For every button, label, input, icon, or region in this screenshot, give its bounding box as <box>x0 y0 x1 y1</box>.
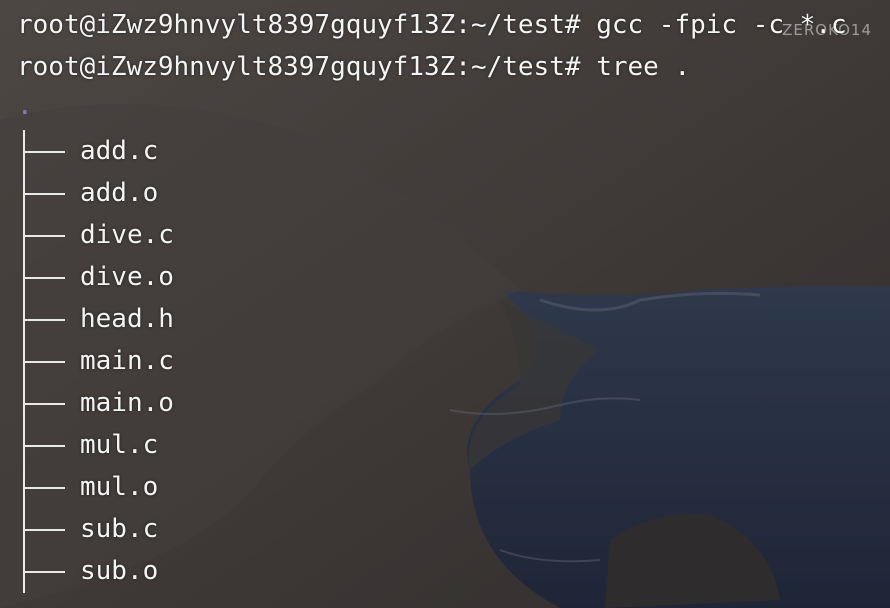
command-text: gcc -fpic -c *.c <box>596 10 847 40</box>
file-name: sub.o <box>80 556 159 586</box>
shell-prompt: root@iZwz9hnvylt8397gquyf13Z:~/test# <box>17 10 581 40</box>
shell-prompt: root@iZwz9hnvylt8397gquyf13Z:~/test# <box>17 52 581 82</box>
tree-branch <box>23 361 65 363</box>
tree-item: dive.o <box>17 256 890 298</box>
tree-branch <box>23 319 65 321</box>
tree-branch <box>23 529 65 531</box>
tree-branch <box>23 235 65 237</box>
command-text: tree . <box>596 52 691 82</box>
tree-root: . <box>17 91 33 121</box>
tree-branch <box>23 403 65 405</box>
tree-item: dive.c <box>17 214 890 256</box>
tree-branch <box>23 151 65 153</box>
tree-branch <box>23 193 65 195</box>
tree-branch <box>23 445 65 447</box>
tree-item: sub.o <box>17 550 890 592</box>
file-name: main.o <box>80 388 174 418</box>
file-name: dive.c <box>80 220 174 250</box>
file-name: add.c <box>80 136 159 166</box>
file-name: mul.c <box>80 430 159 460</box>
file-name: dive.o <box>80 262 174 292</box>
tree-branch <box>23 487 65 489</box>
tree-item: sub.c <box>17 508 890 550</box>
tree-branch <box>23 277 65 279</box>
command-line: root@iZwz9hnvylt8397gquyf13Z:~/test# gcc… <box>17 4 890 46</box>
tree-item: main.c <box>17 340 890 382</box>
file-name: mul.o <box>80 472 159 502</box>
tree-item: add.c <box>17 130 890 172</box>
tree-item: add.o <box>17 172 890 214</box>
file-name: main.c <box>80 346 174 376</box>
file-name: sub.c <box>80 514 159 544</box>
tree-item: mul.o <box>17 466 890 508</box>
terminal-window[interactable]: ZEROKO14 root@iZwz9hnvylt8397gquyf13Z:~/… <box>0 0 890 608</box>
tree-item: head.h <box>17 298 890 340</box>
file-name: head.h <box>80 304 174 334</box>
file-tree: add.c add.o dive.c dive.o head.h main.c … <box>17 130 890 593</box>
tree-branch <box>23 571 65 573</box>
command-line: root@iZwz9hnvylt8397gquyf13Z:~/test# tre… <box>17 46 890 88</box>
file-name: add.o <box>80 178 159 208</box>
tree-item: main.o <box>17 382 890 424</box>
terminal-output: root@iZwz9hnvylt8397gquyf13Z:~/test# gcc… <box>17 4 890 593</box>
tree-item: mul.c <box>17 424 890 466</box>
